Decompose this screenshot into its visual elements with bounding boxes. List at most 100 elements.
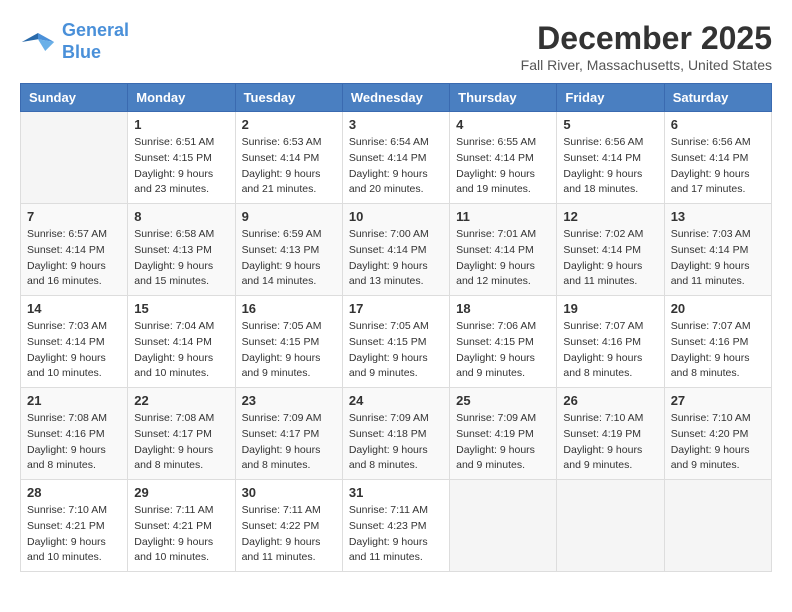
day-number: 17 xyxy=(349,301,443,316)
weekday-header-friday: Friday xyxy=(557,84,664,112)
calendar-cell xyxy=(557,480,664,572)
day-info: Sunrise: 6:57 AMSunset: 4:14 PMDaylight:… xyxy=(27,227,121,290)
day-number: 21 xyxy=(27,393,121,408)
day-info: Sunrise: 6:58 AMSunset: 4:13 PMDaylight:… xyxy=(134,227,228,290)
day-number: 23 xyxy=(242,393,336,408)
day-info: Sunrise: 7:08 AMSunset: 4:16 PMDaylight:… xyxy=(27,411,121,474)
day-info: Sunrise: 6:54 AMSunset: 4:14 PMDaylight:… xyxy=(349,135,443,198)
calendar-cell: 14 Sunrise: 7:03 AMSunset: 4:14 PMDayligh… xyxy=(21,296,128,388)
calendar-cell: 30 Sunrise: 7:11 AMSunset: 4:22 PMDayligh… xyxy=(235,480,342,572)
calendar-cell: 26Sunrise: 7:10 AMSunset: 4:19 PMDayligh… xyxy=(557,388,664,480)
day-number: 8 xyxy=(134,209,228,224)
calendar-cell: 2 Sunrise: 6:53 AMSunset: 4:14 PMDaylight… xyxy=(235,112,342,204)
calendar-cell: 15Sunrise: 7:04 AMSunset: 4:14 PMDayligh… xyxy=(128,296,235,388)
day-number: 31 xyxy=(349,485,443,500)
day-number: 1 xyxy=(134,117,228,132)
day-info: Sunrise: 7:05 AMSunset: 4:15 PMDaylight:… xyxy=(349,319,443,382)
calendar-cell: 9Sunrise: 6:59 AMSunset: 4:13 PMDaylight… xyxy=(235,204,342,296)
calendar-cell: 20Sunrise: 7:07 AMSunset: 4:16 PMDayligh… xyxy=(664,296,771,388)
day-number: 28 xyxy=(27,485,121,500)
day-number: 20 xyxy=(671,301,765,316)
weekday-header-sunday: Sunday xyxy=(21,84,128,112)
calendar-cell: 23Sunrise: 7:09 AMSunset: 4:17 PMDayligh… xyxy=(235,388,342,480)
day-number: 10 xyxy=(349,209,443,224)
day-number: 30 xyxy=(242,485,336,500)
day-number: 11 xyxy=(456,209,550,224)
calendar-cell: 16 Sunrise: 7:05 AMSunset: 4:15 PMDayligh… xyxy=(235,296,342,388)
calendar-cell: 7 Sunrise: 6:57 AMSunset: 4:14 PMDaylight… xyxy=(21,204,128,296)
day-number: 27 xyxy=(671,393,765,408)
calendar-week-row: 7 Sunrise: 6:57 AMSunset: 4:14 PMDaylight… xyxy=(21,204,772,296)
weekday-header-row: SundayMondayTuesdayWednesdayThursdayFrid… xyxy=(21,84,772,112)
calendar-cell: 19 Sunrise: 7:07 AMSunset: 4:16 PMDayligh… xyxy=(557,296,664,388)
day-number: 9 xyxy=(242,209,336,224)
calendar-cell xyxy=(450,480,557,572)
day-info: Sunrise: 6:51 AMSunset: 4:15 PMDaylight:… xyxy=(134,135,228,198)
day-number: 16 xyxy=(242,301,336,316)
day-info: Sunrise: 7:10 AMSunset: 4:20 PMDaylight:… xyxy=(671,411,765,474)
calendar-cell: 18Sunrise: 7:06 AMSunset: 4:15 PMDayligh… xyxy=(450,296,557,388)
calendar-cell: 3 Sunrise: 6:54 AMSunset: 4:14 PMDaylight… xyxy=(342,112,449,204)
day-number: 19 xyxy=(563,301,657,316)
weekday-header-saturday: Saturday xyxy=(664,84,771,112)
day-info: Sunrise: 7:10 AMSunset: 4:21 PMDaylight:… xyxy=(27,503,121,566)
day-number: 24 xyxy=(349,393,443,408)
calendar-week-row: 28 Sunrise: 7:10 AMSunset: 4:21 PMDayligh… xyxy=(21,480,772,572)
day-number: 4 xyxy=(456,117,550,132)
calendar-cell: 13 Sunrise: 7:03 AMSunset: 4:14 PMDayligh… xyxy=(664,204,771,296)
logo-line2: Blue xyxy=(62,42,101,62)
logo-line1: General xyxy=(62,20,129,40)
calendar-week-row: 1 Sunrise: 6:51 AMSunset: 4:15 PMDaylight… xyxy=(21,112,772,204)
day-number: 22 xyxy=(134,393,228,408)
day-number: 5 xyxy=(563,117,657,132)
logo-icon xyxy=(20,28,56,56)
day-number: 2 xyxy=(242,117,336,132)
calendar-cell: 24Sunrise: 7:09 AMSunset: 4:18 PMDayligh… xyxy=(342,388,449,480)
day-info: Sunrise: 7:00 AMSunset: 4:14 PMDaylight:… xyxy=(349,227,443,290)
calendar-cell: 25 Sunrise: 7:09 AMSunset: 4:19 PMDayligh… xyxy=(450,388,557,480)
day-info: Sunrise: 7:11 AMSunset: 4:21 PMDaylight:… xyxy=(134,503,228,566)
calendar-cell: 27 Sunrise: 7:10 AMSunset: 4:20 PMDayligh… xyxy=(664,388,771,480)
day-info: Sunrise: 7:06 AMSunset: 4:15 PMDaylight:… xyxy=(456,319,550,382)
calendar-cell: 17 Sunrise: 7:05 AMSunset: 4:15 PMDayligh… xyxy=(342,296,449,388)
day-number: 14 xyxy=(27,301,121,316)
day-info: Sunrise: 7:11 AMSunset: 4:22 PMDaylight:… xyxy=(242,503,336,566)
day-info: Sunrise: 7:03 AMSunset: 4:14 PMDaylight:… xyxy=(27,319,121,382)
calendar-cell: 6 Sunrise: 6:56 AMSunset: 4:14 PMDaylight… xyxy=(664,112,771,204)
day-info: Sunrise: 6:53 AMSunset: 4:14 PMDaylight:… xyxy=(242,135,336,198)
page-header: General Blue December 2025 Fall River, M… xyxy=(20,20,772,73)
calendar-cell xyxy=(21,112,128,204)
calendar-cell: 11Sunrise: 7:01 AMSunset: 4:14 PMDayligh… xyxy=(450,204,557,296)
day-info: Sunrise: 7:05 AMSunset: 4:15 PMDaylight:… xyxy=(242,319,336,382)
day-info: Sunrise: 6:56 AMSunset: 4:14 PMDaylight:… xyxy=(563,135,657,198)
calendar-week-row: 21 Sunrise: 7:08 AMSunset: 4:16 PMDayligh… xyxy=(21,388,772,480)
calendar-cell: 22Sunrise: 7:08 AMSunset: 4:17 PMDayligh… xyxy=(128,388,235,480)
day-info: Sunrise: 7:02 AMSunset: 4:14 PMDaylight:… xyxy=(563,227,657,290)
logo-text: General Blue xyxy=(62,20,129,63)
day-number: 15 xyxy=(134,301,228,316)
day-number: 13 xyxy=(671,209,765,224)
month-title: December 2025 xyxy=(521,20,772,57)
calendar-cell: 21 Sunrise: 7:08 AMSunset: 4:16 PMDayligh… xyxy=(21,388,128,480)
day-info: Sunrise: 7:11 AMSunset: 4:23 PMDaylight:… xyxy=(349,503,443,566)
calendar-week-row: 14 Sunrise: 7:03 AMSunset: 4:14 PMDayligh… xyxy=(21,296,772,388)
title-area: December 2025 Fall River, Massachusetts,… xyxy=(521,20,772,73)
day-info: Sunrise: 6:56 AMSunset: 4:14 PMDaylight:… xyxy=(671,135,765,198)
calendar-cell: 5 Sunrise: 6:56 AMSunset: 4:14 PMDaylight… xyxy=(557,112,664,204)
day-number: 25 xyxy=(456,393,550,408)
day-number: 6 xyxy=(671,117,765,132)
calendar-cell: 12Sunrise: 7:02 AMSunset: 4:14 PMDayligh… xyxy=(557,204,664,296)
weekday-header-monday: Monday xyxy=(128,84,235,112)
day-info: Sunrise: 7:03 AMSunset: 4:14 PMDaylight:… xyxy=(671,227,765,290)
calendar-cell: 29Sunrise: 7:11 AMSunset: 4:21 PMDayligh… xyxy=(128,480,235,572)
calendar-table: SundayMondayTuesdayWednesdayThursdayFrid… xyxy=(20,83,772,572)
day-number: 7 xyxy=(27,209,121,224)
calendar-cell: 10 Sunrise: 7:00 AMSunset: 4:14 PMDayligh… xyxy=(342,204,449,296)
weekday-header-tuesday: Tuesday xyxy=(235,84,342,112)
day-info: Sunrise: 7:07 AMSunset: 4:16 PMDaylight:… xyxy=(563,319,657,382)
day-number: 3 xyxy=(349,117,443,132)
calendar-cell: 8 Sunrise: 6:58 AMSunset: 4:13 PMDaylight… xyxy=(128,204,235,296)
day-number: 26 xyxy=(563,393,657,408)
calendar-cell xyxy=(664,480,771,572)
day-info: Sunrise: 7:09 AMSunset: 4:19 PMDaylight:… xyxy=(456,411,550,474)
